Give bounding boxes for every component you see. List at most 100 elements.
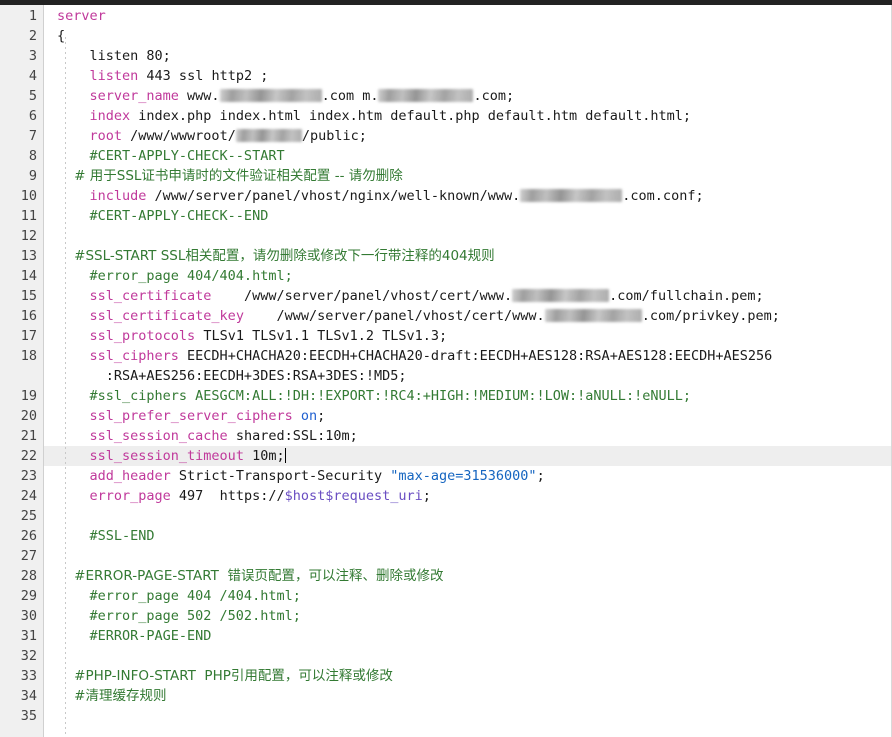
line-number: 18 <box>20 348 37 364</box>
code-line-text: listen 80; <box>57 46 171 66</box>
code-line[interactable]: listen 80; <box>0 46 892 66</box>
code-line[interactable]: { <box>0 26 892 46</box>
line-number: 11 <box>20 208 37 224</box>
code-token-com: #PHP-INFO-START PHP引用配置，可以注释或修改 <box>57 668 393 684</box>
code-line[interactable] <box>0 646 892 666</box>
indent-guide <box>65 37 66 737</box>
code-line[interactable]: server_name www. .com m. .com; <box>0 86 892 106</box>
line-number: 1 <box>28 8 37 24</box>
code-line-wrapped[interactable]: :RSA+AES256:EECDH+3DES:RSA+3DES:!MD5; <box>0 366 892 386</box>
code-token-dir: ssl_session_cache <box>89 428 228 444</box>
code-line[interactable]: listen 443 ssl http2 ; <box>0 66 892 86</box>
line-number: 33 <box>20 668 37 684</box>
code-token-dir: error_page <box>89 488 171 504</box>
code-token-dir: ssl_prefer_server_ciphers <box>89 408 293 424</box>
code-token-plain: .com/privkey.pem; <box>641 308 780 324</box>
code-line[interactable]: #ERROR-PAGE-START 错误页配置，可以注释、删除或修改 <box>0 566 892 586</box>
code-line[interactable]: ssl_prefer_server_ciphers on; <box>0 406 892 426</box>
code-line-active[interactable]: ssl_session_timeout 10m; <box>0 446 892 466</box>
code-line[interactable]: error_page 497 https://$host$request_uri… <box>0 486 892 506</box>
code-token-str: "max-age=31536000" <box>390 468 537 484</box>
code-line-text: #error_page 404/404.html; <box>57 266 293 286</box>
code-token-com: #SSL-START SSL相关配置，请勿删除或修改下一行带注释的404规则 <box>57 248 495 264</box>
code-line[interactable]: ssl_ciphers EECDH+CHACHA20:EECDH+CHACHA2… <box>0 346 892 366</box>
code-line[interactable]: #error_page 404 /404.html; <box>0 586 892 606</box>
code-token-dir: ssl_ciphers <box>89 348 179 364</box>
code-token-plain: www. <box>178 88 220 104</box>
code-line[interactable] <box>0 506 892 526</box>
code-line-text: #CERT-APPLY-CHECK--START <box>57 146 285 166</box>
code-token-dir: server_name <box>89 88 179 104</box>
code-line[interactable]: #清理缓存规则 <box>0 686 892 706</box>
code-token-plain: /www/server/panel/vhost/cert/www. <box>243 308 545 324</box>
code-token-dir: ssl_session_timeout <box>89 448 244 464</box>
code-token-dir: server <box>57 8 106 24</box>
code-line-text: #SSL-END <box>57 526 155 546</box>
editor-code-area[interactable]: 1 2 3 4 5 6 7 8 9 10 11 12 13 14 15 16 17 18 19 20 21 22 23 24 2… <box>0 5 892 737</box>
code-line[interactable]: #SSL-END <box>0 526 892 546</box>
code-line[interactable]: #CERT-APPLY-CHECK--START <box>0 146 892 166</box>
code-line[interactable]: ssl_certificate /www/server/panel/vhost/… <box>0 286 892 306</box>
code-token-kw: on <box>300 408 318 424</box>
code-lines[interactable]: server { listen 80; listen 443 ssl http2 … <box>0 5 892 737</box>
code-token-dir: include <box>89 188 147 204</box>
code-line[interactable]: server <box>0 6 892 26</box>
code-line[interactable] <box>0 706 892 726</box>
code-line[interactable]: #CERT-APPLY-CHECK--END <box>0 206 892 226</box>
line-number: 21 <box>20 428 37 444</box>
code-line-text: ssl_prefer_server_ciphers on; <box>57 406 326 426</box>
code-line[interactable]: include /www/server/panel/vhost/nginx/we… <box>0 186 892 206</box>
code-line[interactable]: root /www/wwwroot/ /public; <box>0 126 892 146</box>
code-token-dir: index <box>89 108 131 124</box>
code-editor[interactable]: 1 2 3 4 5 6 7 8 9 10 11 12 13 14 15 16 17 18 19 20 21 22 23 24 2… <box>0 0 892 737</box>
code-line-text: root /www/wwwroot/ /public; <box>57 126 367 146</box>
code-token-com: #ssl_ciphers AESGCM:ALL:!DH:!EXPORT:!RC4… <box>57 388 691 404</box>
line-number: 23 <box>20 468 37 484</box>
redacted-domain <box>512 289 610 302</box>
code-line[interactable]: #PHP-INFO-START PHP引用配置，可以注释或修改 <box>0 666 892 686</box>
code-line[interactable]: # 用于SSL证书申请时的文件验证相关配置 -- 请勿删除 <box>0 166 892 186</box>
line-number: 19 <box>20 388 37 404</box>
code-line[interactable]: #ssl_ciphers AESGCM:ALL:!DH:!EXPORT:!RC4… <box>0 386 892 406</box>
line-number: 25 <box>20 508 37 524</box>
code-line-text: #error_page 404 /404.html; <box>57 586 301 606</box>
code-line[interactable] <box>0 226 892 246</box>
line-number: 15 <box>20 288 37 304</box>
code-line[interactable]: add_header Strict-Transport-Security "ma… <box>0 466 892 486</box>
code-token-plain: .com/fullchain.pem; <box>609 288 764 304</box>
line-number: 28 <box>20 568 37 584</box>
code-line[interactable]: ssl_session_cache shared:SSL:10m; <box>0 426 892 446</box>
code-token-com: #ERROR-PAGE-END <box>57 628 212 644</box>
code-token-dir: listen <box>89 68 139 84</box>
code-token-com: #CERT-APPLY-CHECK--START <box>57 148 285 164</box>
line-number: 8 <box>28 148 37 164</box>
code-line[interactable]: #ERROR-PAGE-END <box>0 626 892 646</box>
code-line-text: include /www/server/panel/vhost/nginx/we… <box>57 186 704 206</box>
code-line[interactable] <box>0 546 892 566</box>
code-line[interactable]: index index.php index.html index.htm def… <box>0 106 892 126</box>
code-token-com: #SSL-END <box>57 528 155 544</box>
line-number: 6 <box>28 108 37 124</box>
code-token-plain: .com.conf; <box>622 188 704 204</box>
code-line-text: server_name www. .com m. .com; <box>57 86 515 106</box>
code-token-plain: 497 https:// <box>170 488 285 504</box>
code-token-plain: /public; <box>301 128 367 144</box>
code-line[interactable]: #error_page 502 /502.html; <box>0 606 892 626</box>
code-token-com: #error_page 502 /502.html; <box>57 608 301 624</box>
code-line-text: listen 443 ssl http2 ; <box>57 66 269 86</box>
code-line[interactable]: ssl_certificate_key /www/server/panel/vh… <box>0 306 892 326</box>
line-number-gutter: 1 2 3 4 5 6 7 8 9 10 11 12 13 14 15 16 17 18 19 20 21 22 23 24 2… <box>0 5 44 737</box>
code-line[interactable]: #SSL-START SSL相关配置，请勿删除或修改下一行带注释的404规则 <box>0 246 892 266</box>
code-token-plain: /www/server/panel/vhost/nginx/well-known… <box>146 188 521 204</box>
code-line[interactable]: #error_page 404/404.html; <box>0 266 892 286</box>
code-line[interactable]: ssl_protocols TLSv1 TLSv1.1 TLSv1.2 TLSv… <box>0 326 892 346</box>
editor-top-bar <box>0 0 892 5</box>
code-line-text: #SSL-START SSL相关配置，请勿删除或修改下一行带注释的404规则 <box>57 246 495 266</box>
